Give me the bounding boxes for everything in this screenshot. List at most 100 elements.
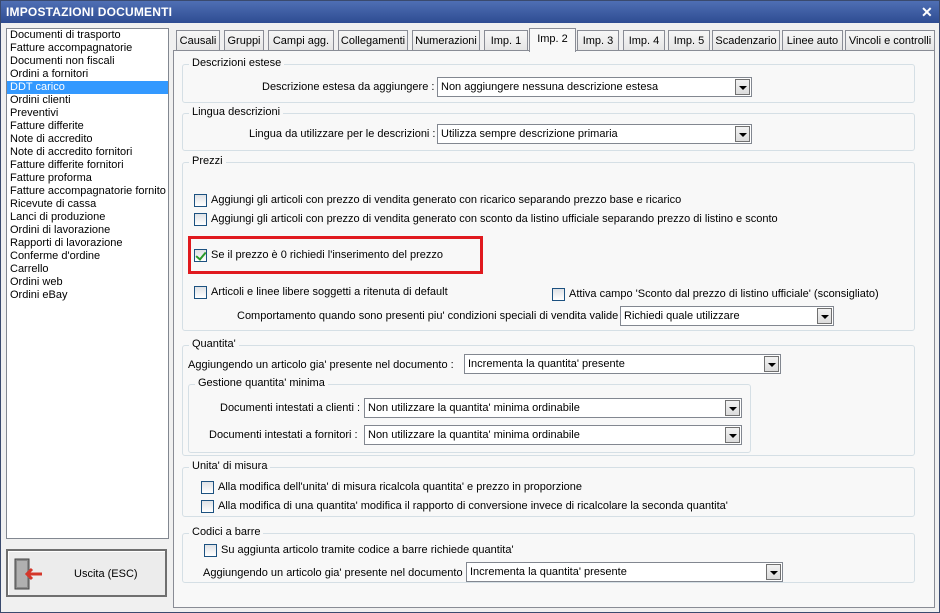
tab-panel-imp-2: Descrizioni estese Descrizione estesa da… — [173, 50, 935, 608]
checkbox-box[interactable] — [194, 194, 207, 207]
list-item[interactable]: Fatture accompagnatorie fornito — [7, 185, 168, 198]
tab-linee-auto[interactable]: Linee auto — [782, 30, 843, 51]
tab-imp-1[interactable]: Imp. 1 — [484, 30, 528, 51]
list-item[interactable]: Carrello — [7, 263, 168, 276]
chevron-down-icon[interactable] — [766, 564, 781, 580]
chevron-down-icon[interactable] — [725, 400, 740, 416]
group-legend: Descrizioni estese — [189, 57, 285, 69]
descrizione-estesa-label: Descrizione estesa da aggiungere : — [262, 81, 435, 93]
tab-imp-5[interactable]: Imp. 5 — [668, 30, 710, 51]
quantita-minima-group: Gestione quantita' minima Documenti inte… — [188, 377, 751, 453]
chevron-down-icon[interactable] — [817, 308, 832, 324]
list-item[interactable]: Fatture differite fornitori — [7, 159, 168, 172]
settings-window: IMPOSTAZIONI DOCUMENTI ✕ Documenti di tr… — [0, 0, 940, 613]
fornitori-label: Documenti intestati a fornitori : — [209, 429, 358, 441]
checkbox-label: Attiva campo 'Sconto dal prezzo di listi… — [569, 288, 879, 300]
group-legend: Unita' di misura — [189, 460, 271, 472]
list-item[interactable]: Preventivi — [7, 107, 168, 120]
checkbox-label: Su aggiunta articolo tramite codice a ba… — [221, 544, 514, 556]
list-item[interactable]: Documenti non fiscali — [7, 55, 168, 68]
chevron-down-icon[interactable] — [764, 356, 779, 372]
tab-numerazioni[interactable]: Numerazioni — [412, 30, 480, 51]
list-item[interactable]: Documenti di trasporto — [7, 29, 168, 42]
lingua-select[interactable]: Utilizza sempre descrizione primaria — [437, 124, 752, 144]
codici-barre-group: Codici a barre Su aggiunta articolo tram… — [182, 526, 915, 583]
condizioni-select[interactable]: Richiedi quale utilizzare — [620, 306, 834, 326]
quantita-select[interactable]: Incrementa la quantita' presente — [464, 354, 781, 374]
list-item[interactable]: Rapporti di lavorazione — [7, 237, 168, 250]
select-value: Non utilizzare la quantita' minima ordin… — [368, 402, 580, 414]
list-item[interactable]: Ordini di lavorazione — [7, 224, 168, 237]
checkbox-label: Articoli e linee libere soggetti a riten… — [211, 286, 448, 298]
fornitori-select[interactable]: Non utilizzare la quantita' minima ordin… — [364, 425, 742, 445]
select-value: Incrementa la quantita' presente — [470, 566, 627, 578]
list-item[interactable]: Fatture differite — [7, 120, 168, 133]
select-value: Non aggiungere nessuna descrizione estes… — [441, 81, 659, 93]
checkbox-label: Alla modifica dell'unita' di misura rica… — [218, 481, 582, 493]
list-item[interactable]: Ordini web — [7, 276, 168, 289]
checkbox-label: Aggiungi gli articoli con prezzo di vend… — [211, 194, 682, 206]
tab-strip: Causali Gruppi Campi agg. Collegamenti N… — [173, 28, 935, 52]
checkbox-box[interactable] — [552, 288, 565, 301]
clienti-select[interactable]: Non utilizzare la quantita' minima ordin… — [364, 398, 742, 418]
group-legend: Quantita' — [189, 338, 239, 350]
checkbox-box[interactable] — [194, 213, 207, 226]
select-value: Utilizza sempre descrizione primaria — [441, 128, 618, 140]
list-item[interactable]: Conferme d'ordine — [7, 250, 168, 263]
list-item[interactable]: DDT carico — [7, 81, 168, 94]
checkbox-box[interactable] — [204, 544, 217, 557]
tab-scadenzario[interactable]: Scadenzario — [712, 30, 780, 51]
window-title: IMPOSTAZIONI DOCUMENTI — [6, 5, 173, 19]
list-item[interactable]: Ricevute di cassa — [7, 198, 168, 211]
unita-misura-group: Unita' di misura Alla modifica dell'unit… — [182, 460, 915, 517]
checkbox-label: Aggiungi gli articoli con prezzo di vend… — [211, 213, 778, 225]
list-item[interactable]: Ordini clienti — [7, 94, 168, 107]
checkbox-label: Alla modifica di una quantita' modifica … — [218, 500, 728, 512]
barcode-presente-label: Aggiungendo un articolo gia' presente ne… — [203, 567, 469, 579]
checkbox-label: In inserimento richiedi prezzo imposte c… — [211, 231, 447, 243]
checkbox-box[interactable] — [201, 500, 214, 513]
list-item[interactable]: Note di accredito — [7, 133, 168, 146]
select-value: Non utilizzare la quantita' minima ordin… — [368, 429, 580, 441]
close-icon[interactable]: ✕ — [919, 4, 935, 20]
list-item[interactable]: Ordini eBay — [7, 289, 168, 302]
checkbox-label: Se il prezzo è 0 richiedi l'inserimento … — [211, 249, 443, 261]
checkbox-box[interactable] — [194, 286, 207, 299]
tab-campi-agg[interactable]: Campi agg. — [268, 30, 334, 51]
tab-collegamenti[interactable]: Collegamenti — [338, 30, 408, 51]
condizioni-label: Comportamento quando sono presenti piu' … — [237, 310, 625, 322]
chevron-down-icon[interactable] — [735, 79, 750, 95]
select-value: Richiedi quale utilizzare — [624, 310, 740, 322]
checkbox-box[interactable] — [194, 249, 207, 262]
group-legend: Prezzi — [189, 155, 226, 167]
tab-imp-3[interactable]: Imp. 3 — [577, 30, 619, 51]
tab-vincoli-e-controlli[interactable]: Vincoli e controlli — [845, 30, 935, 51]
tab-causali[interactable]: Causali — [176, 30, 220, 51]
group-legend: Codici a barre — [189, 526, 264, 538]
lingua-descrizioni-group: Lingua descrizioni Lingua da utilizzare … — [182, 106, 915, 151]
clienti-label: Documenti intestati a clienti : — [220, 402, 361, 414]
list-item[interactable]: Fatture accompagnatorie — [7, 42, 168, 55]
tab-imp-2[interactable]: Imp. 2 — [529, 28, 576, 52]
tab-imp-4[interactable]: Imp. 4 — [623, 30, 665, 51]
descrizione-estesa-select[interactable]: Non aggiungere nessuna descrizione estes… — [437, 77, 752, 97]
tab-gruppi[interactable]: Gruppi — [224, 30, 264, 51]
list-item[interactable]: Lanci di produzione — [7, 211, 168, 224]
exit-button[interactable]: Uscita (ESC) — [6, 549, 167, 597]
list-item[interactable]: Fatture proforma — [7, 172, 168, 185]
quantita-group: Quantita' Aggiungendo un articolo gia' p… — [182, 338, 915, 456]
prezzi-group: Prezzi Aggiungi gli articoli con prezzo … — [182, 155, 915, 331]
checkbox-box[interactable] — [201, 481, 214, 494]
group-legend: Lingua descrizioni — [189, 106, 284, 118]
checkbox-box[interactable] — [194, 231, 207, 244]
exit-label: Uscita (ESC) — [74, 568, 138, 580]
exit-door-icon — [14, 558, 42, 590]
list-item[interactable]: Note di accredito fornitori — [7, 146, 168, 159]
list-item[interactable]: Ordini a fornitori — [7, 68, 168, 81]
chevron-down-icon[interactable] — [735, 126, 750, 142]
document-type-list[interactable]: Documenti di trasporto Fatture accompagna… — [6, 28, 169, 539]
quantita-label: Aggiungendo un articolo gia' presente ne… — [188, 359, 454, 371]
title-bar: IMPOSTAZIONI DOCUMENTI ✕ — [1, 1, 939, 23]
barcode-presente-select[interactable]: Incrementa la quantita' presente — [466, 562, 783, 582]
chevron-down-icon[interactable] — [725, 427, 740, 443]
